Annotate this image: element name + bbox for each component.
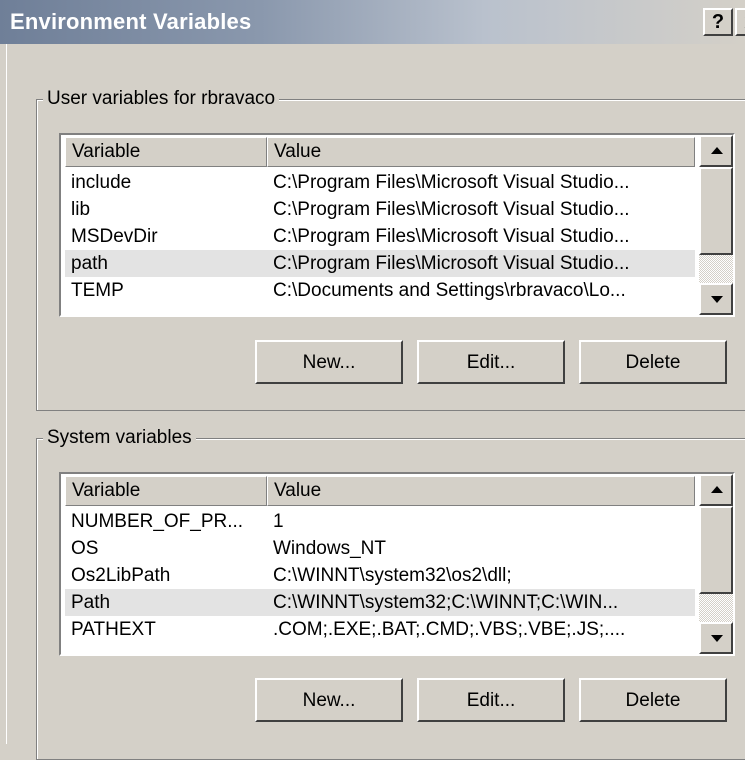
scroll-up-button[interactable] [699, 135, 733, 167]
value-cell: C:\Program Files\Microsoft Visual Studio… [273, 253, 630, 274]
column-header-value[interactable]: Value [267, 137, 695, 167]
system-rows: NUMBER_OF_PR... 1 OS Windows_NT Os2LibPath C:… [65, 508, 695, 643]
title-bar[interactable]: Environment Variables ? x [0, 0, 745, 44]
variable-cell: NUMBER_OF_PR... [71, 511, 244, 532]
table-row[interactable]: Path C:\WINNT\system32;C:\WINNT;C:\WIN... [65, 589, 695, 616]
value-cell: 1 [273, 511, 284, 532]
column-header-variable[interactable]: Variable [65, 137, 267, 167]
system-new-button[interactable]: New... [255, 678, 403, 722]
table-row[interactable]: path C:\Program Files\Microsoft Visual St… [65, 250, 695, 277]
table-row[interactable]: Os2LibPath C:\WINNT\system32\os2\dll; [65, 562, 695, 589]
variable-cell: include [71, 172, 132, 193]
variable-cell: TEMP [71, 280, 124, 301]
user-rows: include C:\Program Files\Microsoft Visual… [65, 169, 695, 304]
close-button[interactable]: x [735, 8, 745, 36]
scroll-thumb[interactable] [699, 506, 733, 594]
table-row[interactable]: NUMBER_OF_PR... 1 [65, 508, 695, 535]
scroll-up-button[interactable] [699, 474, 733, 506]
value-cell: C:\Program Files\Microsoft Visual Studio… [273, 226, 630, 247]
column-header-value[interactable]: Value [267, 476, 695, 506]
user-variables-list[interactable]: Variable Value include C:\Program Files\M… [59, 133, 735, 317]
table-row[interactable]: lib C:\Program Files\Microsoft Visual Stu… [65, 196, 695, 223]
scroll-thumb[interactable] [699, 167, 733, 255]
value-cell: .COM;.EXE;.BAT;.CMD;.VBS;.VBE;.JS;.... [273, 619, 626, 640]
arrow-up-icon [711, 147, 723, 154]
variable-cell: lib [71, 199, 91, 220]
value-cell: C:\Documents and Settings\rbravaco\Lo... [273, 280, 626, 301]
variable-cell: MSDevDir [71, 226, 158, 247]
value-cell: Windows_NT [273, 538, 386, 559]
table-row[interactable]: MSDevDir C:\Program Files\Microsoft Visua… [65, 223, 695, 250]
arrow-down-icon [711, 635, 723, 642]
table-row[interactable]: TEMP C:\Documents and Settings\rbravaco\L… [65, 277, 695, 304]
value-cell: C:\WINNT\system32\os2\dll; [273, 565, 512, 586]
list-header: Variable Value [65, 476, 695, 506]
variable-cell: PATHEXT [71, 619, 156, 640]
system-variables-list[interactable]: Variable Value NUMBER_OF_PR... 1 OS Windows… [59, 472, 735, 656]
window-frame [0, 44, 7, 744]
system-variables-group: System variables Variable Value NUMBER_O… [36, 426, 745, 760]
user-new-button[interactable]: New... [255, 340, 403, 384]
user-variables-label: User variables for rbravaco [43, 87, 280, 111]
variable-cell: Path [71, 592, 111, 613]
arrow-down-icon [711, 296, 723, 303]
variable-cell: Os2LibPath [71, 565, 171, 586]
user-edit-button[interactable]: Edit... [417, 340, 565, 384]
table-row[interactable]: PATHEXT .COM;.EXE;.BAT;.CMD;.VBS;.VBE;.JS… [65, 616, 695, 643]
window-title: Environment Variables [10, 9, 252, 34]
list-header: Variable Value [65, 137, 695, 167]
value-cell: C:\Program Files\Microsoft Visual Studio… [273, 199, 630, 220]
variable-cell: OS [71, 538, 99, 559]
table-row[interactable]: include C:\Program Files\Microsoft Visual… [65, 169, 695, 196]
user-list-scrollbar[interactable] [699, 135, 733, 315]
variable-cell: path [71, 253, 108, 274]
table-row[interactable]: OS Windows_NT [65, 535, 695, 562]
scroll-down-button[interactable] [699, 622, 733, 654]
help-icon: ? [711, 11, 725, 33]
help-button[interactable]: ? [703, 8, 733, 36]
scroll-down-button[interactable] [699, 283, 733, 315]
system-list-scrollbar[interactable] [699, 474, 733, 654]
column-header-variable[interactable]: Variable [65, 476, 267, 506]
system-variables-label: System variables [43, 426, 196, 450]
system-edit-button[interactable]: Edit... [417, 678, 565, 722]
value-cell: C:\WINNT\system32;C:\WINNT;C:\WIN... [273, 592, 619, 613]
arrow-up-icon [711, 486, 723, 493]
value-cell: C:\Program Files\Microsoft Visual Studio… [273, 172, 630, 193]
system-delete-button[interactable]: Delete [579, 678, 727, 722]
user-variables-group: User variables for rbravaco Variable Val… [36, 87, 745, 411]
user-delete-button[interactable]: Delete [579, 340, 727, 384]
